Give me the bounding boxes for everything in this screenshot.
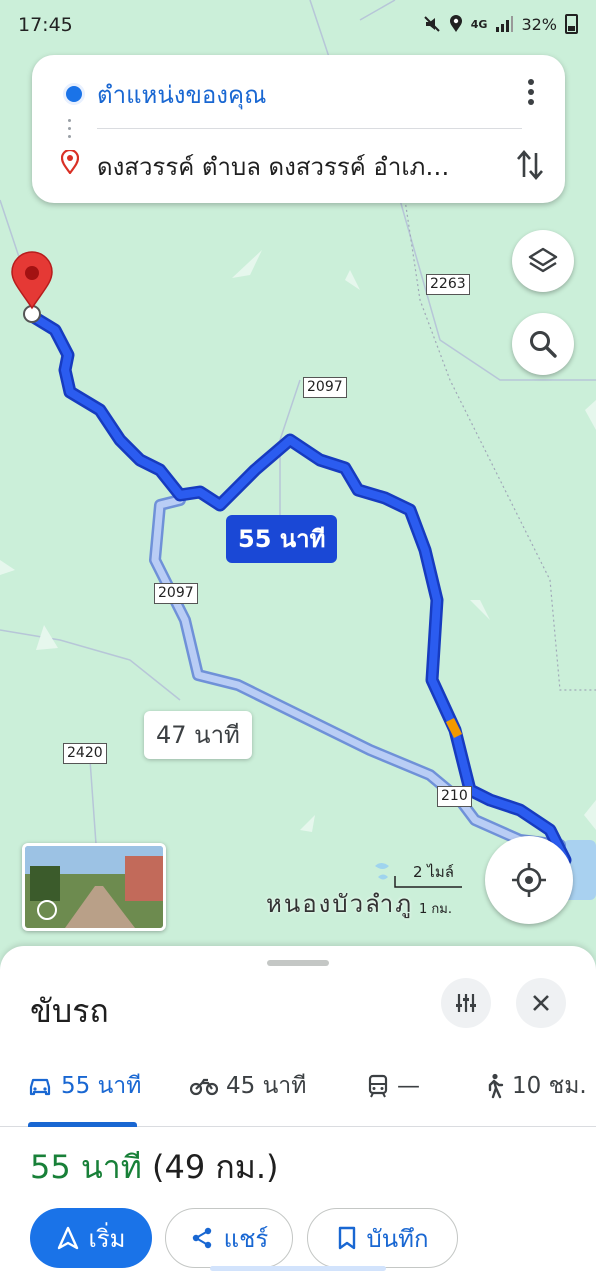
more-vert-icon[interactable] xyxy=(519,77,543,107)
scale-km-label: 1 กม. xyxy=(419,902,452,917)
street-view-thumbnail[interactable] xyxy=(22,843,166,931)
sheet-drag-handle[interactable] xyxy=(267,960,329,966)
my-location-icon xyxy=(512,863,546,897)
road-shield: 2097 xyxy=(154,583,198,604)
tab-driving[interactable]: 55 นาที xyxy=(27,1066,141,1106)
swap-vert-icon[interactable] xyxy=(515,147,545,183)
tune-icon xyxy=(456,994,476,1012)
route-summary: 55 นาที (49 กม.) xyxy=(30,1142,279,1193)
directions-card: ตำแหน่งของคุณ ดงสวรรค์ ตำบล ดงสวรรค์ อำเ… xyxy=(32,55,565,203)
close-icon xyxy=(533,995,549,1011)
mute-icon xyxy=(424,16,440,32)
signal-icon xyxy=(496,16,514,32)
status-icons: 4G 32% xyxy=(423,14,578,34)
origin-row[interactable]: ตำแหน่งของคุณ xyxy=(32,61,512,121)
origin-field[interactable]: ตำแหน่งของคุณ xyxy=(97,75,266,114)
transit-icon xyxy=(368,1074,388,1098)
start-label: เริ่ม xyxy=(88,1224,126,1253)
close-button[interactable] xyxy=(516,978,566,1028)
search-icon xyxy=(530,331,557,358)
road-shield: 210 xyxy=(437,786,472,807)
status-time: 17:45 xyxy=(18,14,73,36)
map-place-name: หนองบัวลำภู xyxy=(266,890,414,918)
network-type: 4G xyxy=(470,17,488,31)
my-location-button[interactable] xyxy=(485,836,573,924)
bookmark-icon xyxy=(338,1226,355,1250)
route-duration: 55 นาที xyxy=(30,1148,142,1186)
layers-icon xyxy=(528,247,558,273)
route-options-button[interactable] xyxy=(441,978,491,1028)
alt-route-duration-label[interactable]: 47 นาที xyxy=(144,711,252,759)
origin-dot-icon xyxy=(63,83,85,105)
tab-walking-label: 10 ชม. xyxy=(512,1073,587,1099)
search-button[interactable] xyxy=(512,313,574,375)
status-bar: 17:45 4G 32% xyxy=(0,0,596,52)
share-icon xyxy=(192,1227,211,1249)
sheet-title: ขับรถ xyxy=(30,992,109,1030)
primary-route-line xyxy=(25,309,572,867)
share-button[interactable]: แชร์ xyxy=(165,1208,293,1268)
tab-motorcycle[interactable]: 45 นาที xyxy=(190,1066,306,1106)
destination-row[interactable]: ดงสวรรค์ ตำบล ดงสวรรค์ อำเภ… xyxy=(32,133,512,193)
destination-field[interactable]: ดงสวรรค์ ตำบล ดงสวรรค์ อำเภ… xyxy=(97,147,487,186)
alt-route-line xyxy=(149,494,566,851)
tab-transit-label: — xyxy=(397,1073,420,1099)
location-icon xyxy=(449,15,462,32)
tab-transit[interactable]: — xyxy=(367,1066,420,1106)
navigation-arrow-icon xyxy=(57,1226,78,1250)
battery-percent: 32% xyxy=(521,14,557,34)
active-tab-indicator xyxy=(28,1122,137,1127)
scroll-indicator xyxy=(210,1266,386,1271)
save-label: บันทึก xyxy=(366,1224,429,1253)
road-shield: 2420 xyxy=(63,743,107,764)
walk-icon xyxy=(488,1073,504,1099)
start-button[interactable]: เริ่ม xyxy=(30,1208,152,1268)
street-view-image xyxy=(25,846,163,928)
scale-miles-label: 2 ไมล์ xyxy=(413,863,454,881)
divider xyxy=(97,128,522,129)
destination-pin-icon xyxy=(11,251,53,323)
road-shield: 2097 xyxy=(303,377,347,398)
tab-walking[interactable]: 10 ชม. xyxy=(484,1066,587,1106)
route-distance: (49 กม.) xyxy=(152,1148,279,1186)
save-button[interactable]: บันทึก xyxy=(307,1208,458,1268)
battery-icon xyxy=(565,14,578,34)
share-label: แชร์ xyxy=(223,1224,269,1253)
car-icon xyxy=(29,1078,51,1096)
motorcycle-icon xyxy=(190,1078,218,1096)
directions-sheet: ขับรถ 55 นาที 45 นาที — 10 ชม. 55 นาที (… xyxy=(0,946,596,1280)
destination-pin-icon xyxy=(61,150,79,174)
tab-driving-label: 55 นาที xyxy=(61,1073,142,1099)
travel-mode-tabs: 55 นาที 45 นาที — 10 ชม. xyxy=(0,1050,596,1127)
road-shield: 2263 xyxy=(426,274,470,295)
primary-route-duration-label[interactable]: 55 นาที xyxy=(226,515,338,563)
tab-motorcycle-label: 45 นาที xyxy=(226,1073,307,1099)
layers-button[interactable] xyxy=(512,230,574,292)
